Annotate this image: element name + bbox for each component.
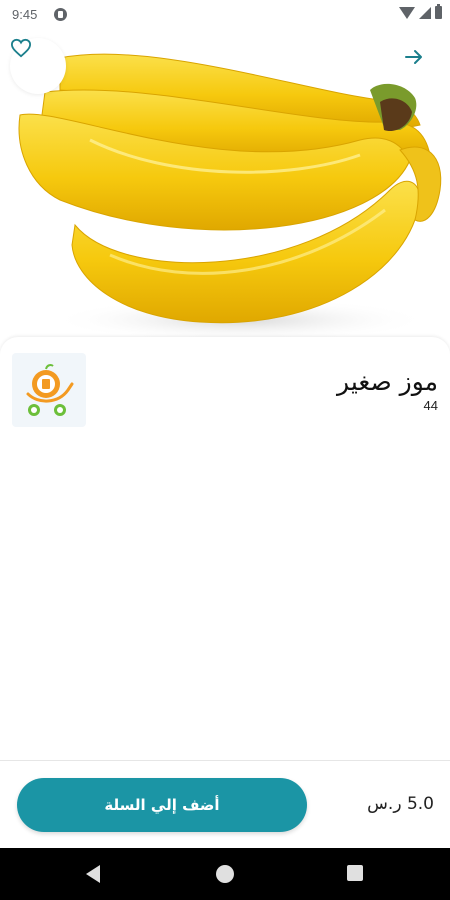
recents-icon[interactable] — [347, 865, 363, 881]
add-to-cart-button[interactable]: أضف إلي السلة — [17, 778, 307, 832]
status-icons — [399, 4, 442, 19]
signal-icon — [419, 6, 431, 19]
heart-icon — [10, 38, 32, 58]
status-time: 9:45 — [12, 7, 38, 22]
price-label: 5.0 ر.س — [367, 794, 434, 814]
bananas-illustration — [18, 53, 442, 342]
product-details-card: موز صغير 44 — [0, 337, 450, 760]
app-notification-icon — [54, 8, 67, 21]
product-code: 44 — [423, 398, 438, 413]
product-name: موز صغير — [337, 367, 438, 396]
home-icon[interactable] — [216, 865, 234, 883]
status-bar: 9:45 — [0, 0, 450, 30]
store-logo[interactable] — [12, 353, 86, 427]
arrow-right-icon — [405, 50, 422, 64]
forward-button[interactable] — [404, 48, 432, 76]
wifi-icon — [399, 6, 415, 19]
back-icon[interactable] — [86, 865, 100, 883]
battery-icon — [435, 4, 442, 19]
product-image — [0, 30, 450, 350]
favorite-button[interactable] — [10, 38, 66, 94]
system-nav-bar — [0, 848, 450, 900]
store-cart-logo-icon — [26, 364, 74, 416]
cart-bar: أضف إلي السلة 5.0 ر.س — [0, 760, 450, 848]
